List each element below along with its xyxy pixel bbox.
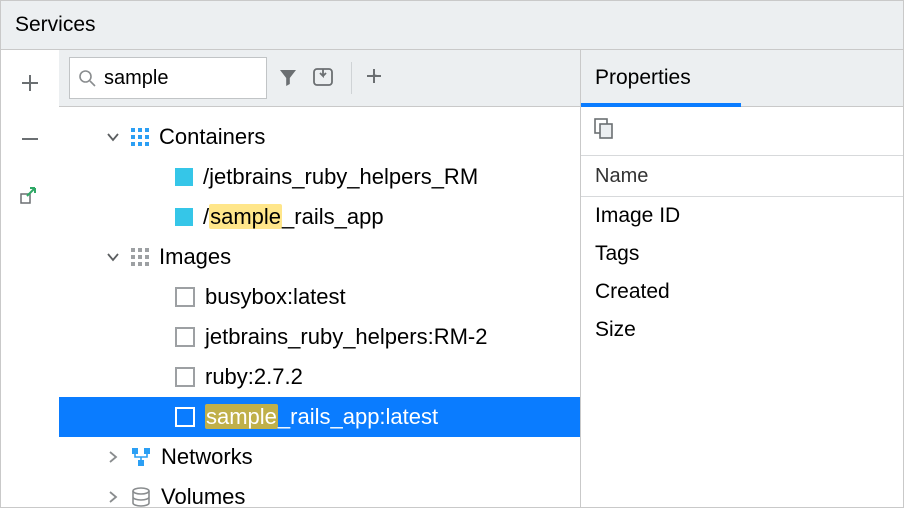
tree-label: Networks: [161, 444, 253, 470]
chevron-right-icon[interactable]: [103, 447, 123, 467]
properties-row[interactable]: Size: [581, 311, 903, 349]
separator: [351, 62, 352, 94]
tree-label: Images: [159, 244, 231, 270]
properties-row[interactable]: Image ID: [581, 197, 903, 235]
search-icon: [78, 69, 96, 87]
filter-button[interactable]: [271, 58, 307, 98]
tree-label: busybox:latest: [205, 284, 346, 310]
containers-icon: [131, 128, 149, 146]
tree-item-container[interactable]: /jetbrains_ruby_helpers_RM: [59, 157, 580, 197]
tree-label: Volumes: [161, 484, 245, 508]
tree-item-container[interactable]: /sample_rails_app: [59, 197, 580, 237]
tree-node-volumes[interactable]: Volumes: [59, 477, 580, 508]
panel-title: Services: [1, 1, 903, 50]
tree-node-images[interactable]: Images: [59, 237, 580, 277]
toolbar: [59, 50, 580, 107]
tree-label: ruby:2.7.2: [205, 364, 303, 390]
properties-tab[interactable]: Properties: [581, 50, 903, 107]
tree[interactable]: Containers /jetbrains_ruby_helpers_RM /s…: [59, 107, 580, 508]
image-icon: [175, 367, 195, 387]
properties-table: Name Image ID Tags Created Size: [581, 156, 903, 349]
image-icon: [175, 407, 195, 427]
chevron-right-icon[interactable]: [103, 487, 123, 507]
properties-tab-label: Properties: [595, 66, 691, 90]
tree-label: Containers: [159, 124, 265, 150]
images-icon: [131, 248, 149, 266]
tree-item-image-selected[interactable]: sample_rails_app:latest: [59, 397, 580, 437]
add-button[interactable]: [17, 70, 43, 96]
tree-node-networks[interactable]: Networks: [59, 437, 580, 477]
tree-item-image[interactable]: ruby:2.7.2: [59, 357, 580, 397]
gutter: [1, 50, 59, 508]
tree-label: /sample_rails_app: [203, 204, 384, 230]
image-icon: [175, 327, 195, 347]
properties-toolbar: [581, 107, 903, 156]
search-input-wrapper[interactable]: [69, 57, 267, 99]
container-running-icon: [175, 208, 193, 226]
tree-item-image[interactable]: jetbrains_ruby_helpers:RM-2: [59, 317, 580, 357]
image-icon: [175, 287, 195, 307]
properties-column-name[interactable]: Name: [581, 156, 903, 197]
tree-label: /jetbrains_ruby_helpers_RM: [203, 164, 478, 190]
network-icon: [131, 447, 151, 467]
new-dropdown-button[interactable]: [360, 58, 396, 98]
tree-node-containers[interactable]: Containers: [59, 117, 580, 157]
chevron-down-icon[interactable]: [103, 247, 123, 267]
open-in-find-button[interactable]: [307, 58, 343, 98]
tree-label: sample_rails_app:latest: [205, 404, 438, 430]
search-input[interactable]: [102, 66, 258, 91]
tree-item-image[interactable]: busybox:latest: [59, 277, 580, 317]
container-running-icon: [175, 168, 193, 186]
properties-row[interactable]: Created: [581, 273, 903, 311]
properties-row[interactable]: Tags: [581, 235, 903, 273]
chevron-down-icon[interactable]: [103, 127, 123, 147]
restore-layout-button[interactable]: [17, 182, 43, 208]
tree-label: jetbrains_ruby_helpers:RM-2: [205, 324, 487, 350]
remove-button[interactable]: [17, 126, 43, 152]
properties-panel: Properties Name Image ID Tags Created Si…: [580, 50, 903, 508]
volumes-icon: [131, 487, 151, 507]
copy-icon[interactable]: [593, 117, 615, 145]
